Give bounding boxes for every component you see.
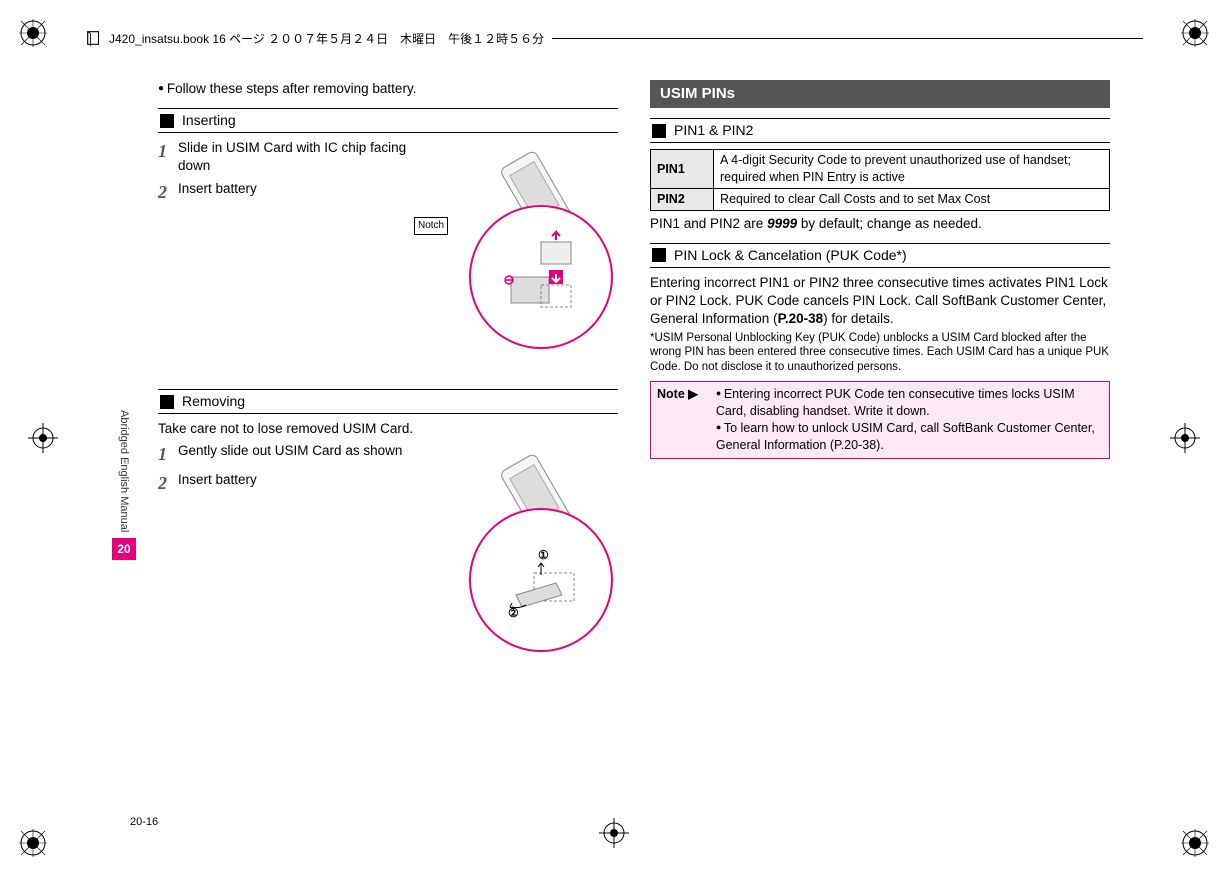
pin-lock-heading: PIN Lock & Cancelation (PUK Code*) (650, 243, 1110, 268)
table-row: PIN1 A 4-digit Security Code to prevent … (651, 150, 1110, 189)
inserting-step-2: 2Insert battery (158, 180, 410, 204)
chapter-side-tab: Abridged English Manual 20 (110, 410, 138, 796)
removing-heading: Removing (158, 389, 618, 414)
removing-figure: ① ② (418, 442, 618, 652)
removing-intro: Take care not to lose removed USIM Card. (158, 420, 618, 438)
pin1-header: PIN1 (651, 150, 714, 189)
pin1-pin2-heading: PIN1 & PIN2 (650, 118, 1110, 143)
registration-mark-icon (18, 828, 48, 858)
chapter-number: 20 (112, 538, 136, 560)
header-text: J420_insatsu.book 16 ページ ２００７年５月２４日 木曜日 … (109, 30, 544, 47)
crop-target-icon (28, 423, 58, 453)
insert-detail-bubble (469, 205, 613, 349)
remove-detail-bubble: ① ② (469, 508, 613, 652)
removing-step-2: 2Insert battery (158, 471, 410, 495)
crop-target-icon (1170, 423, 1200, 453)
note-item: Entering incorrect PUK Code ten consecut… (716, 386, 1103, 420)
registration-mark-icon (18, 18, 48, 48)
left-column: Follow these steps after removing batter… (150, 80, 626, 796)
source-file-header: J420_insatsu.book 16 ページ ２００７年５月２４日 木曜日 … (85, 22, 1143, 54)
pin2-desc: Required to clear Call Costs and to set … (714, 188, 1110, 210)
page-number: 20-16 (130, 816, 158, 828)
notch-label: Notch (414, 217, 448, 235)
inserting-heading: Inserting (158, 108, 618, 133)
usim-pins-heading: USIM PINs (650, 80, 1110, 108)
pin-table: PIN1 A 4-digit Security Code to prevent … (650, 149, 1110, 211)
intro-text: Follow these steps after removing batter… (158, 80, 618, 98)
registration-mark-icon (1180, 828, 1210, 858)
book-icon (85, 29, 103, 47)
pin1-desc: A 4-digit Security Code to prevent unaut… (714, 150, 1110, 189)
puk-footnote: *USIM Personal Unblocking Key (PUK Code)… (650, 331, 1110, 376)
inserting-step-1: 1Slide in USIM Card with IC chip facing … (158, 139, 410, 175)
pin2-header: PIN2 (651, 188, 714, 210)
note-box: Note ▶ Entering incorrect PUK Code ten c… (650, 381, 1110, 459)
svg-text:①: ① (538, 548, 549, 562)
note-label: Note ▶ (657, 386, 698, 454)
pin-default-text: PIN1 and PIN2 are 9999 by default; chang… (650, 215, 1110, 233)
right-column: USIM PINs PIN1 & PIN2 PIN1 A 4-digit Sec… (642, 80, 1118, 796)
note-item: To learn how to unlock USIM Card, call S… (716, 420, 1103, 454)
table-row: PIN2 Required to clear Call Costs and to… (651, 188, 1110, 210)
inserting-figure: Notch (418, 139, 618, 349)
side-tab-label: Abridged English Manual (118, 410, 130, 532)
registration-mark-icon (1180, 18, 1210, 48)
removing-step-1: 1Gently slide out USIM Card as shown (158, 442, 410, 466)
pin-lock-body: Entering incorrect PIN1 or PIN2 three co… (650, 274, 1110, 329)
crop-target-icon (599, 818, 629, 848)
